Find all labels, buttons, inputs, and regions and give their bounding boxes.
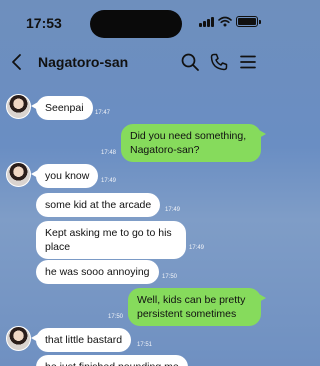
chat-header: Nagatoro-san [0,44,270,80]
message-timestamp: 17:49 [165,207,181,213]
message-bubble-incoming[interactable]: some kid at the arcade [36,193,161,217]
message-timestamp: 17:49 [101,178,117,184]
message-timestamp: 17:48 [101,150,117,156]
message-timestamp: 17:47 [95,110,111,116]
status-bar: 17:53 [0,0,270,44]
message-bubble-incoming[interactable]: that little bastard [30,328,132,352]
phone-icon[interactable] [209,52,229,72]
menu-icon[interactable] [238,52,258,72]
message-timestamp: 17:50 [162,274,178,280]
wifi-icon [218,16,232,27]
message-timestamp: 17:50 [108,314,124,320]
status-time: 17:53 [26,15,62,31]
avatar[interactable] [6,162,31,187]
message-bubble-outgoing[interactable]: Well, kids can be pretty persistent some… [128,288,266,326]
cellular-signal-icon [199,16,214,27]
message-bubble-incoming[interactable]: he just finished pounding me [36,355,188,366]
message-bubble-incoming[interactable]: you know [30,164,99,188]
avatar[interactable] [6,94,31,119]
message-timestamp: 17:51 [137,342,153,348]
message-bubble-outgoing[interactable]: Did you need something, Nagatoro-san? [121,124,266,162]
avatar[interactable] [6,326,31,351]
dynamic-island [90,10,182,38]
chat-title[interactable]: Nagatoro-san [38,54,128,70]
search-icon[interactable] [180,52,200,72]
message-list[interactable]: Seenpai 17:47 Did you need something, Na… [0,80,270,366]
message-timestamp: 17:49 [189,245,205,251]
battery-icon [236,16,261,27]
chevron-left-icon[interactable] [10,52,24,72]
message-bubble-incoming[interactable]: Kept asking me to go to his place [36,221,186,259]
message-bubble-incoming[interactable]: he was sooo annoying [36,260,159,284]
system-icons [199,16,261,27]
message-bubble-incoming[interactable]: Seenpai [31,96,93,120]
